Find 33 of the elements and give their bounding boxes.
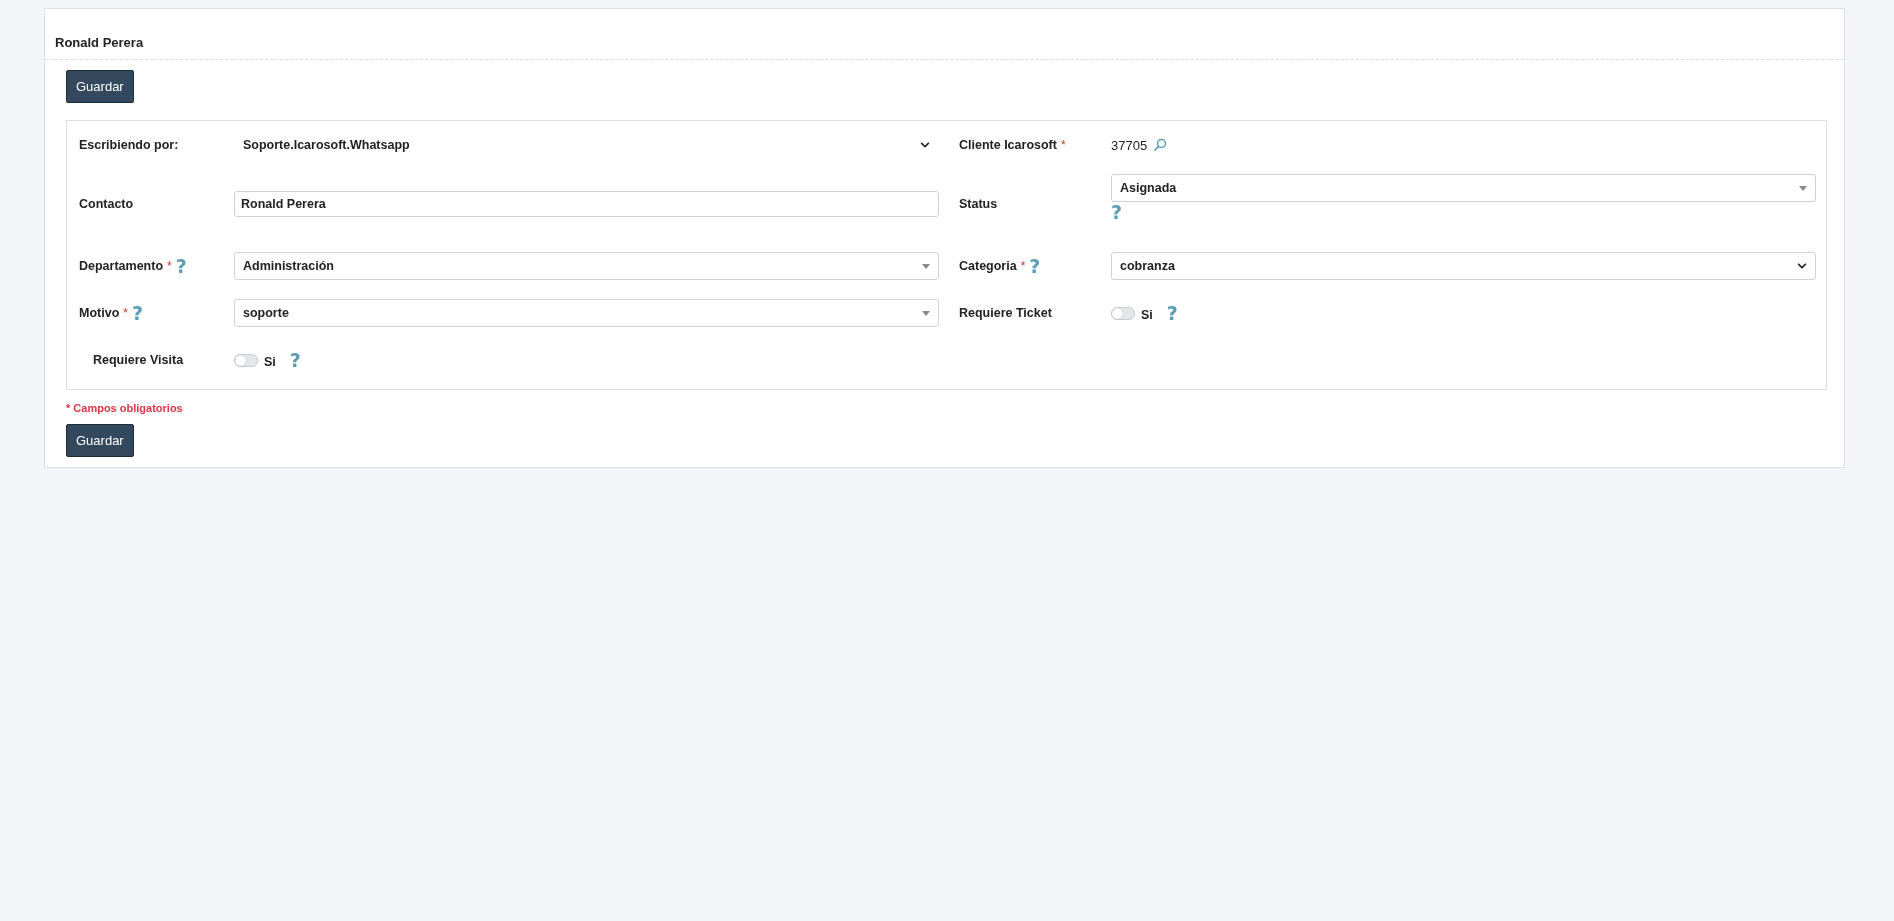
toggle-label: Si (264, 355, 276, 369)
select-field[interactable]: soporte (234, 299, 939, 327)
toggle-label: Si (1141, 308, 1153, 322)
select-field[interactable]: Asignada (1111, 174, 1816, 202)
client-number: 37705 (1111, 137, 1148, 153)
search-icon[interactable] (1153, 138, 1168, 152)
input-field[interactable]: Ronald Perera (234, 191, 939, 217)
field-label: Status (959, 197, 998, 211)
chevron-icon (920, 140, 930, 150)
save-button[interactable]: Guardar (66, 70, 134, 103)
required-mark: * (1060, 138, 1066, 152)
card-title: Ronald Perera (55, 35, 144, 50)
caret-icon (922, 263, 930, 269)
field-label: Departamento (79, 259, 164, 273)
field-label: Motivo (79, 306, 120, 320)
caret-icon (1799, 185, 1807, 191)
required-mark: * (167, 259, 172, 273)
caret-icon (922, 310, 930, 316)
field-label: Categoria (959, 259, 1017, 273)
field-label: Requiere Visita (93, 353, 184, 367)
required-mark: * (1020, 259, 1026, 273)
select-field[interactable]: cobranza (1111, 252, 1816, 280)
chevron-icon (1797, 261, 1807, 271)
toggle-switch[interactable] (1111, 306, 1135, 320)
field-label: Cliente Icarosoft (959, 138, 1057, 152)
field-label: Escribiendo por: (79, 138, 179, 152)
save-button[interactable]: Guardar (66, 424, 134, 457)
toggle-switch[interactable] (234, 353, 258, 367)
field-label: Requiere Ticket (959, 306, 1052, 320)
required-note: * Campos obligatorios (66, 402, 184, 414)
select-field[interactable]: Administración (234, 252, 939, 280)
field-label: Contacto (79, 197, 134, 211)
required-mark: * (123, 306, 128, 320)
